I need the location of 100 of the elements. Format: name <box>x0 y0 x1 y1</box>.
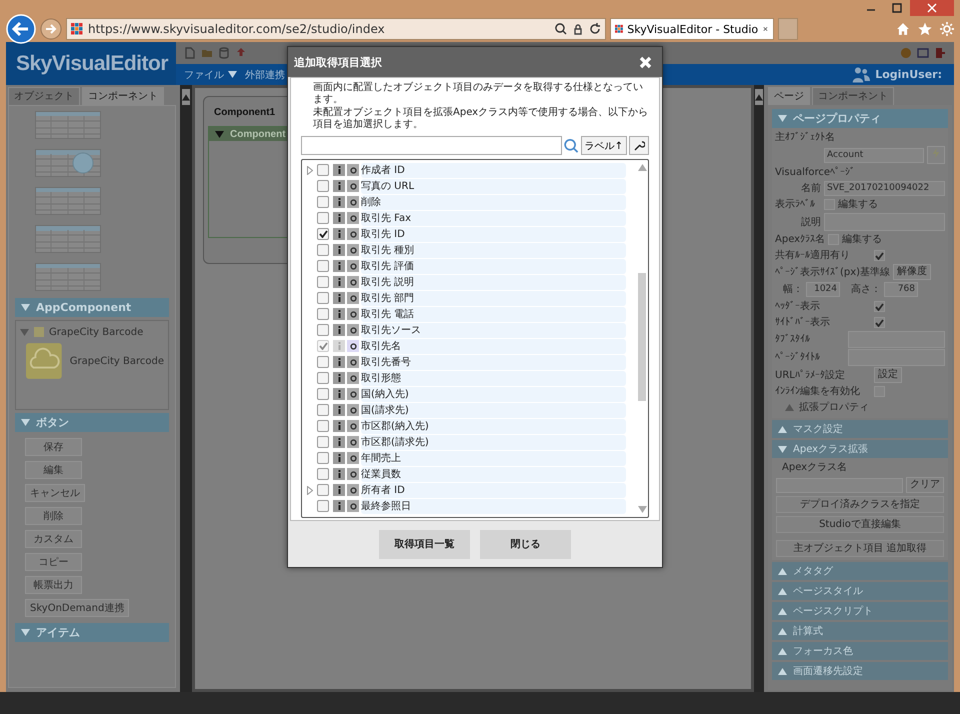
output-badge-icon[interactable] <box>347 308 359 320</box>
dialog-button[interactable]: 閉じる <box>480 530 571 558</box>
input-badge-icon[interactable] <box>333 404 345 416</box>
input-badge-icon[interactable] <box>333 260 345 272</box>
panel-tab[interactable]: コンポーネント <box>82 87 164 105</box>
input-badge-icon[interactable] <box>333 452 345 464</box>
checkbox[interactable] <box>317 324 329 336</box>
forward-icon[interactable] <box>40 18 62 40</box>
field-item[interactable]: 年間売上 <box>361 450 626 466</box>
output-badge-icon[interactable] <box>347 292 359 304</box>
input-badge-icon[interactable] <box>333 436 345 448</box>
output-badge-icon[interactable] <box>347 244 359 256</box>
checkbox[interactable] <box>317 404 329 416</box>
output-badge-icon[interactable] <box>347 164 359 176</box>
checkbox[interactable] <box>317 180 329 192</box>
checkbox[interactable] <box>874 317 885 328</box>
input-badge-icon[interactable] <box>333 372 345 384</box>
field-item[interactable]: 国(請求先) <box>361 402 626 418</box>
panel-tab[interactable]: コンポーネント <box>812 87 894 105</box>
menu-item[interactable]: ファイル <box>184 68 237 82</box>
checkbox[interactable] <box>317 436 329 448</box>
field-item[interactable]: 取引先 種別 <box>361 242 626 258</box>
component-button[interactable]: コピー <box>25 553 82 571</box>
text-field[interactable]: SVE_20170210094022 <box>824 181 945 196</box>
output-badge-icon[interactable] <box>347 420 359 432</box>
output-badge-icon[interactable] <box>347 180 359 192</box>
field-item[interactable]: 市区郡(納入先) <box>361 418 626 434</box>
input-badge-icon[interactable] <box>333 164 345 176</box>
input-badge-icon[interactable] <box>333 180 345 192</box>
close-icon[interactable] <box>762 24 769 34</box>
output-badge-icon[interactable] <box>347 372 359 384</box>
app-component-item[interactable]: GrapeCity Barcode <box>20 343 164 379</box>
output-badge-icon[interactable] <box>347 276 359 288</box>
input-badge-icon[interactable] <box>333 292 345 304</box>
checkbox[interactable] <box>874 250 885 261</box>
close-icon[interactable] <box>926 2 938 14</box>
input-badge-icon[interactable] <box>333 468 345 480</box>
component-button[interactable]: 編集 <box>25 461 82 479</box>
input-badge-icon[interactable] <box>333 356 345 368</box>
section-header[interactable]: ページスクリプト <box>772 602 948 620</box>
section-header[interactable]: 計算式 <box>772 622 948 640</box>
section-header[interactable]: フォーカス色 <box>772 642 948 660</box>
output-badge-icon[interactable] <box>347 388 359 400</box>
checkbox[interactable] <box>317 196 329 208</box>
checkbox[interactable] <box>317 244 329 256</box>
height-field[interactable]: 768 <box>884 282 918 297</box>
expand-handle[interactable] <box>755 89 763 105</box>
field-item[interactable]: 取引先 部門 <box>361 290 626 306</box>
checkbox[interactable] <box>317 372 329 384</box>
section-header[interactable]: 画面遷移先設定 <box>772 662 948 680</box>
input-badge-icon[interactable] <box>333 244 345 256</box>
section-header[interactable]: アイテム <box>15 623 169 642</box>
property-button[interactable]: 設定 <box>874 367 902 383</box>
settings-icon[interactable] <box>940 22 954 36</box>
address-bar[interactable]: https://www.skyvisualeditor.com/se2/studio/index <box>66 18 606 40</box>
dialog-button[interactable]: 取得項目一覧 <box>379 530 470 558</box>
section-header[interactable]: メタタグ <box>772 562 948 580</box>
input-badge-icon[interactable] <box>333 196 345 208</box>
field-item[interactable]: 写真の URL <box>361 178 626 194</box>
expand-icon[interactable] <box>307 486 313 494</box>
field-item[interactable]: 取引先 Fax <box>361 210 626 226</box>
field-item[interactable]: 取引形態 <box>361 370 626 386</box>
field-item[interactable]: 所有者 ID <box>361 482 626 498</box>
settings-button[interactable] <box>629 136 649 155</box>
apex-button[interactable]: Studioで直接編集 <box>776 516 944 533</box>
section-header[interactable]: ページプロパティ <box>772 109 948 128</box>
home-icon[interactable] <box>896 22 910 36</box>
section-header[interactable]: ページスタイル <box>772 582 948 600</box>
output-badge-icon[interactable] <box>347 436 359 448</box>
field-item[interactable]: 取引先番号 <box>361 354 626 370</box>
fetch-button[interactable]: 主オブジェクト項目 追加取得 <box>776 540 944 557</box>
field-item[interactable]: 取引先 説明 <box>361 274 626 290</box>
clear-button[interactable]: クリア <box>906 477 944 493</box>
scrollbar-thumb[interactable] <box>638 273 646 401</box>
section-header[interactable]: マスク設定 <box>772 420 948 438</box>
component-button[interactable]: キャンセル <box>25 484 85 502</box>
checkbox[interactable] <box>317 164 329 176</box>
object-field[interactable]: Account <box>824 148 924 162</box>
property-button[interactable]: 解像度 <box>893 264 932 280</box>
checkbox[interactable] <box>317 388 329 400</box>
checkbox[interactable] <box>317 356 329 368</box>
input-badge-icon[interactable] <box>333 308 345 320</box>
panel-tab[interactable]: オブジェクト <box>8 87 80 105</box>
input-badge-icon[interactable] <box>333 388 345 400</box>
input-badge-icon[interactable] <box>333 228 345 240</box>
collapse-handle[interactable] <box>182 89 190 105</box>
checkbox[interactable] <box>317 500 329 512</box>
output-badge-icon[interactable] <box>347 356 359 368</box>
field-item[interactable]: 最終参照日 <box>361 498 626 514</box>
exit-icon[interactable] <box>934 47 946 59</box>
section-header[interactable]: ボタン <box>15 413 169 432</box>
component-button[interactable]: 帳票出力 <box>25 576 82 594</box>
field-item[interactable]: 作成者 ID <box>361 162 626 178</box>
width-field[interactable]: 1024 <box>806 282 840 297</box>
output-badge-icon[interactable] <box>347 324 359 336</box>
checkbox[interactable] <box>317 452 329 464</box>
field-item[interactable]: 削除 <box>361 194 626 210</box>
input-badge-icon[interactable] <box>333 500 345 512</box>
checkbox[interactable] <box>317 420 329 432</box>
checkbox[interactable] <box>317 468 329 480</box>
